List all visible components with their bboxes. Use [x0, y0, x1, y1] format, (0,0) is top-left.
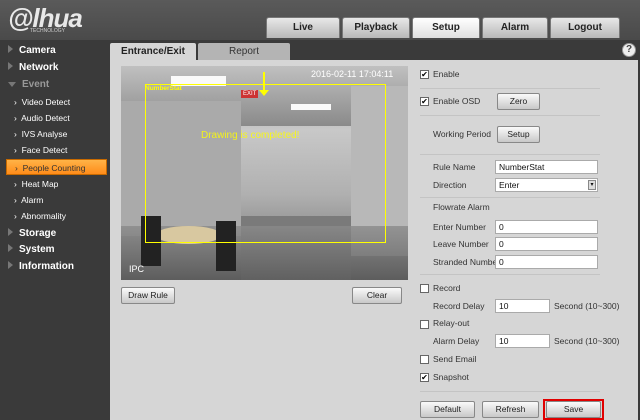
- tab-logout[interactable]: Logout: [550, 17, 620, 38]
- tab-report[interactable]: Report: [198, 43, 290, 61]
- record-label: Record: [433, 283, 461, 293]
- sidebar-item-network[interactable]: Network: [8, 60, 58, 76]
- help-icon[interactable]: ?: [622, 43, 636, 57]
- working-period-label: Working Period: [433, 129, 491, 139]
- alarm-delay-label: Alarm Delay: [433, 336, 480, 346]
- enable-osd-label: Enable OSD: [433, 96, 481, 106]
- record-delay-label: Record Delay: [433, 301, 485, 311]
- sidebar-item-event[interactable]: Event: [8, 77, 49, 93]
- sidebar-item-abnormality[interactable]: › Abnormality: [6, 208, 107, 224]
- record-checkbox[interactable]: [420, 284, 429, 293]
- expand-arrow-icon: [8, 62, 13, 70]
- dropdown-arrow-icon[interactable]: ▾: [588, 180, 596, 190]
- drawing-message: Drawing is completed!: [201, 130, 300, 141]
- snapshot-checkbox[interactable]: ✔: [420, 373, 429, 382]
- stranded-number-label: Stranded Number: [433, 257, 501, 267]
- stranded-number-input[interactable]: 0: [495, 255, 598, 269]
- relay-out-label: Relay-out: [433, 318, 470, 328]
- direction-select[interactable]: Enter ▾: [495, 178, 598, 192]
- tab-entrance-exit[interactable]: Entrance/Exit: [110, 43, 196, 61]
- flowrate-alarm-label: Flowrate Alarm: [433, 202, 490, 212]
- enable-checkbox[interactable]: ✔: [420, 70, 429, 79]
- expand-arrow-icon: [8, 228, 13, 236]
- refresh-button[interactable]: Refresh: [482, 401, 539, 418]
- sidebar-item-ivs-analyse[interactable]: › IVS Analyse: [6, 126, 107, 142]
- divider: [420, 88, 600, 89]
- enable-label: Enable: [433, 69, 460, 79]
- sidebar-item-video-detect[interactable]: › Video Detect: [6, 94, 107, 110]
- alarm-delay-input[interactable]: 10: [495, 334, 550, 348]
- snapshot-label: Snapshot: [433, 372, 469, 382]
- sidebar-item-people-counting[interactable]: › People Counting: [6, 159, 107, 175]
- sidebar-item-information[interactable]: Information: [8, 259, 74, 275]
- sidebar-item-audio-detect[interactable]: › Audio Detect: [6, 110, 107, 126]
- expand-arrow-icon: [8, 45, 13, 53]
- sidebar-item-label: Event: [22, 79, 50, 90]
- send-email-checkbox[interactable]: [420, 355, 429, 364]
- alarm-delay-unit: Second (10~300): [554, 336, 620, 346]
- save-button[interactable]: Save: [546, 401, 601, 418]
- direction-label: Direction: [433, 180, 467, 190]
- sidebar-item-system[interactable]: System: [8, 242, 55, 258]
- expand-arrow-icon: [8, 261, 13, 269]
- record-delay-input[interactable]: 10: [495, 299, 550, 313]
- rule-name-label: Rule Name: [433, 162, 476, 172]
- leave-number-input[interactable]: 0: [495, 237, 598, 251]
- relay-out-checkbox[interactable]: [420, 320, 429, 329]
- rule-label: NumberStat: [145, 85, 182, 92]
- video-preview[interactable]: 2016-02-11 17:04:11 NumberStat EXIT Draw…: [121, 66, 408, 280]
- tab-alarm[interactable]: Alarm: [482, 17, 548, 38]
- sidebar-item-storage[interactable]: Storage: [8, 226, 56, 242]
- logo-tagline: TECHNOLOGY: [30, 28, 66, 34]
- clear-button[interactable]: Clear: [352, 287, 402, 304]
- sidebar-item-face-detect[interactable]: › Face Detect: [6, 142, 107, 158]
- collapse-arrow-icon: [8, 82, 16, 87]
- sidebar-item-camera[interactable]: Camera: [8, 43, 56, 59]
- sidebar-item-alarm[interactable]: › Alarm: [6, 192, 107, 208]
- direction-value: Enter: [499, 180, 520, 190]
- divider: [420, 197, 600, 198]
- divider: [420, 391, 600, 392]
- rule-name-input[interactable]: NumberStat: [495, 160, 598, 174]
- send-email-label: Send Email: [433, 354, 477, 364]
- enter-number-label: Enter Number: [433, 222, 486, 232]
- tab-setup[interactable]: Setup: [412, 17, 480, 38]
- sidebar-item-label: Network: [19, 62, 59, 73]
- rule-region[interactable]: [145, 84, 386, 243]
- zero-button[interactable]: Zero: [497, 93, 540, 110]
- direction-arrow-head-icon: [259, 90, 269, 96]
- tab-playback[interactable]: Playback: [342, 17, 410, 38]
- enable-osd-checkbox[interactable]: ✔: [420, 97, 429, 106]
- leave-number-label: Leave Number: [433, 239, 489, 249]
- divider: [420, 115, 600, 116]
- enter-number-input[interactable]: 0: [495, 220, 598, 234]
- sidebar-item-label: Camera: [19, 45, 56, 56]
- tab-live[interactable]: Live: [266, 17, 340, 38]
- working-period-setup-button[interactable]: Setup: [497, 126, 540, 143]
- channel-label: IPC: [129, 264, 145, 274]
- record-delay-unit: Second (10~300): [554, 301, 620, 311]
- draw-rule-button[interactable]: Draw Rule: [121, 287, 175, 304]
- expand-arrow-icon: [8, 244, 13, 252]
- sidebar-item-heat-map[interactable]: › Heat Map: [6, 176, 107, 192]
- divider: [420, 274, 600, 275]
- exit-sign: EXIT: [241, 90, 259, 98]
- video-timestamp: 2016-02-11 17:04:11: [311, 69, 394, 79]
- default-button[interactable]: Default: [420, 401, 475, 418]
- divider: [420, 154, 600, 155]
